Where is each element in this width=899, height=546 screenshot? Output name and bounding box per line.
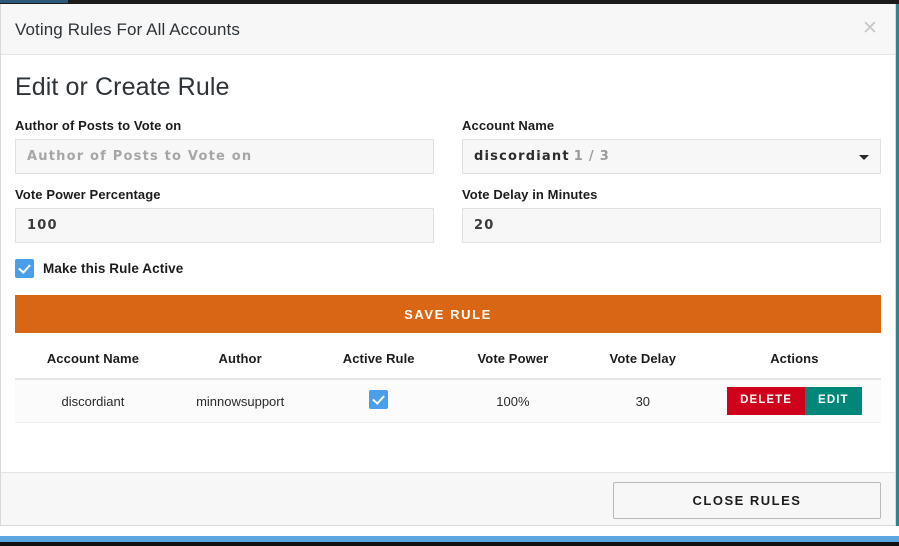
vote-delay-input[interactable] bbox=[462, 208, 881, 243]
account-name-selected-text: discordiant bbox=[474, 149, 570, 164]
save-rule-button[interactable]: SAVE RULE bbox=[15, 295, 881, 333]
row-active-rule-checkbox[interactable] bbox=[369, 390, 389, 409]
author-label: Author of Posts to Vote on bbox=[15, 118, 182, 133]
account-name-select[interactable]: discordiant 1 / 3 bbox=[462, 139, 881, 174]
close-icon[interactable]: ✕ bbox=[859, 17, 881, 39]
voting-rules-modal: Voting Rules For All Accounts ✕ Edit or … bbox=[0, 4, 896, 526]
cell-account-name: discordiant bbox=[15, 379, 171, 423]
table-row: discordiant minnowsupport 100% 30 DELETE… bbox=[15, 379, 881, 423]
vote-power-label: Vote Power Percentage bbox=[15, 187, 161, 202]
cell-author: minnowsupport bbox=[170, 379, 310, 423]
col-actions: Actions bbox=[707, 347, 881, 380]
cell-vote-power: 100% bbox=[447, 379, 578, 423]
page-title: Edit or Create Rule bbox=[15, 73, 230, 101]
field-author: Author of Posts to Vote on bbox=[15, 118, 434, 174]
cell-vote-delay: 30 bbox=[577, 379, 708, 423]
edit-button[interactable]: EDIT bbox=[805, 387, 862, 415]
modal-title: Voting Rules For All Accounts bbox=[15, 20, 240, 39]
account-name-label: Account Name bbox=[462, 118, 555, 133]
author-input[interactable] bbox=[15, 139, 434, 174]
row-action-buttons: DELETE EDIT bbox=[727, 387, 862, 415]
cell-actions: DELETE EDIT bbox=[707, 379, 881, 423]
col-vote-power: Vote Power bbox=[447, 347, 578, 380]
vote-power-input[interactable] bbox=[15, 208, 434, 243]
delete-button[interactable]: DELETE bbox=[727, 387, 806, 415]
rules-table-head: Account Name Author Active Rule Vote Pow… bbox=[15, 347, 881, 380]
vote-delay-label: Vote Delay in Minutes bbox=[462, 187, 598, 202]
modal-header: Voting Rules For All Accounts ✕ bbox=[1, 4, 895, 55]
col-account-name: Account Name bbox=[15, 347, 171, 380]
active-rule-checkbox-row: Make this Rule Active bbox=[15, 259, 881, 278]
browser-active-tab-indicator bbox=[0, 0, 68, 3]
account-name-count: 1 / 3 bbox=[573, 149, 610, 164]
rules-table-header-row: Account Name Author Active Rule Vote Pow… bbox=[15, 347, 881, 380]
make-rule-active-checkbox[interactable] bbox=[15, 259, 34, 278]
screen-root: Voting Rules For All Accounts ✕ Edit or … bbox=[0, 0, 899, 546]
modal-footer: CLOSE RULES bbox=[1, 472, 895, 525]
col-active-rule: Active Rule bbox=[309, 347, 448, 380]
modal-body: Edit or Create Rule Author of Posts to V… bbox=[1, 55, 895, 472]
close-rules-button[interactable]: CLOSE RULES bbox=[613, 482, 881, 519]
col-author: Author bbox=[170, 347, 310, 380]
rules-table-body: discordiant minnowsupport 100% 30 DELETE… bbox=[15, 379, 881, 423]
field-account-name: Account Name discordiant 1 / 3 bbox=[462, 118, 881, 174]
cell-active-rule bbox=[309, 379, 448, 423]
bottom-dark-bar bbox=[0, 542, 899, 546]
field-vote-delay: Vote Delay in Minutes bbox=[462, 187, 881, 243]
field-vote-power: Vote Power Percentage bbox=[15, 187, 434, 243]
rules-table: Account Name Author Active Rule Vote Pow… bbox=[15, 347, 881, 423]
chevron-down-icon bbox=[859, 155, 869, 160]
make-rule-active-label: Make this Rule Active bbox=[43, 261, 184, 276]
account-name-selected-value: discordiant 1 / 3 bbox=[474, 140, 610, 173]
rule-form: Author of Posts to Vote on Account Name … bbox=[15, 118, 881, 256]
col-vote-delay: Vote Delay bbox=[577, 347, 708, 380]
